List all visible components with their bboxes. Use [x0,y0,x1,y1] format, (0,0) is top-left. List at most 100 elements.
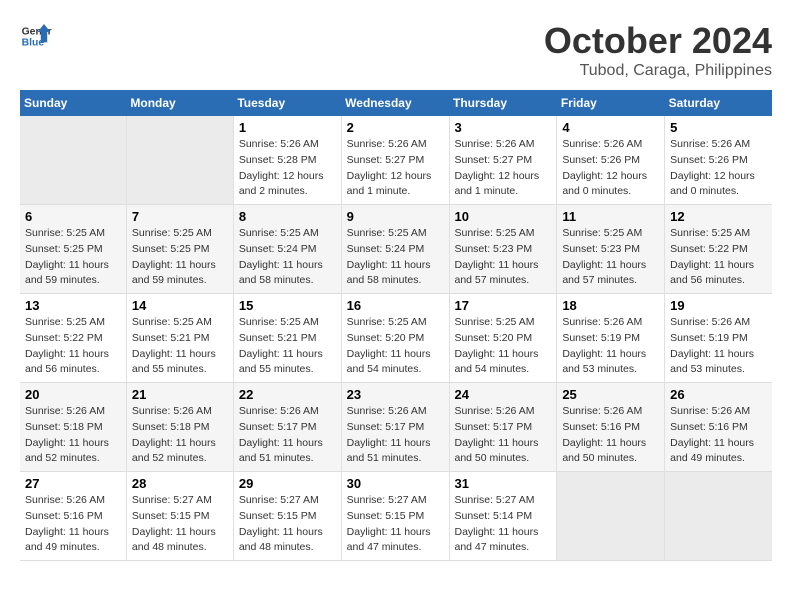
day-number: 11 [562,209,659,224]
day-number: 7 [132,209,228,224]
title-area: October 2024 Tubod, Caraga, Philippines [544,20,772,80]
day-info: Sunrise: 5:27 AM Sunset: 5:15 PM Dayligh… [347,493,444,556]
day-number: 27 [25,476,121,491]
calendar-table: SundayMondayTuesdayWednesdayThursdayFrid… [20,90,772,561]
calendar-cell: 21 Sunrise: 5:26 AM Sunset: 5:18 PM Dayli… [126,383,233,472]
main-title: October 2024 [544,20,772,62]
calendar-cell: 22 Sunrise: 5:26 AM Sunset: 5:17 PM Dayli… [233,383,341,472]
day-number: 24 [455,387,552,402]
day-number: 2 [347,120,444,135]
calendar-cell: 28 Sunrise: 5:27 AM Sunset: 5:15 PM Dayli… [126,472,233,561]
day-number: 25 [562,387,659,402]
day-info: Sunrise: 5:26 AM Sunset: 5:16 PM Dayligh… [670,404,767,467]
calendar-cell: 30 Sunrise: 5:27 AM Sunset: 5:15 PM Dayli… [341,472,449,561]
calendar-cell: 13 Sunrise: 5:25 AM Sunset: 5:22 PM Dayli… [20,294,126,383]
day-number: 16 [347,298,444,313]
calendar-cell: 8Sunrise: 5:25 AM Sunset: 5:24 PM Daylig… [233,205,341,294]
day-info: Sunrise: 5:27 AM Sunset: 5:15 PM Dayligh… [239,493,336,556]
day-info: Sunrise: 5:26 AM Sunset: 5:17 PM Dayligh… [455,404,552,467]
day-info: Sunrise: 5:25 AM Sunset: 5:24 PM Dayligh… [239,226,336,289]
day-info: Sunrise: 5:25 AM Sunset: 5:25 PM Dayligh… [132,226,228,289]
day-info: Sunrise: 5:25 AM Sunset: 5:22 PM Dayligh… [670,226,767,289]
day-number: 17 [455,298,552,313]
calendar-week-row: 13 Sunrise: 5:25 AM Sunset: 5:22 PM Dayli… [20,294,772,383]
calendar-cell: 4 Sunrise: 5:26 AM Sunset: 5:26 PM Daylig… [557,116,665,205]
calendar-cell: 15Sunrise: 5:25 AM Sunset: 5:21 PM Dayli… [233,294,341,383]
col-header-friday: Friday [557,90,665,116]
day-number: 1 [239,120,336,135]
calendar-cell: 5Sunrise: 5:26 AM Sunset: 5:26 PM Daylig… [665,116,772,205]
day-info: Sunrise: 5:25 AM Sunset: 5:20 PM Dayligh… [347,315,444,378]
day-info: Sunrise: 5:25 AM Sunset: 5:23 PM Dayligh… [455,226,552,289]
day-number: 18 [562,298,659,313]
day-number: 9 [347,209,444,224]
day-info: Sunrise: 5:25 AM Sunset: 5:24 PM Dayligh… [347,226,444,289]
day-number: 30 [347,476,444,491]
day-info: Sunrise: 5:25 AM Sunset: 5:21 PM Dayligh… [239,315,336,378]
calendar-cell: 26 Sunrise: 5:26 AM Sunset: 5:16 PM Dayli… [665,383,772,472]
day-info: Sunrise: 5:26 AM Sunset: 5:17 PM Dayligh… [347,404,444,467]
day-number: 14 [132,298,228,313]
day-number: 23 [347,387,444,402]
day-info: Sunrise: 5:25 AM Sunset: 5:21 PM Dayligh… [132,315,228,378]
calendar-week-row: 6Sunrise: 5:25 AM Sunset: 5:25 PM Daylig… [20,205,772,294]
calendar-cell: 19 Sunrise: 5:26 AM Sunset: 5:19 PM Dayli… [665,294,772,383]
day-info: Sunrise: 5:26 AM Sunset: 5:18 PM Dayligh… [132,404,228,467]
day-number: 13 [25,298,121,313]
day-info: Sunrise: 5:27 AM Sunset: 5:15 PM Dayligh… [132,493,228,556]
calendar-cell: 27 Sunrise: 5:26 AM Sunset: 5:16 PM Dayli… [20,472,126,561]
day-info: Sunrise: 5:26 AM Sunset: 5:18 PM Dayligh… [25,404,121,467]
day-info: Sunrise: 5:26 AM Sunset: 5:26 PM Dayligh… [562,137,659,200]
calendar-cell: 18 Sunrise: 5:26 AM Sunset: 5:19 PM Dayli… [557,294,665,383]
col-header-wednesday: Wednesday [341,90,449,116]
day-number: 22 [239,387,336,402]
calendar-cell: 12 Sunrise: 5:25 AM Sunset: 5:22 PM Dayli… [665,205,772,294]
header-row: SundayMondayTuesdayWednesdayThursdayFrid… [20,90,772,116]
day-info: Sunrise: 5:26 AM Sunset: 5:19 PM Dayligh… [670,315,767,378]
calendar-cell: 24 Sunrise: 5:26 AM Sunset: 5:17 PM Dayli… [449,383,557,472]
day-number: 12 [670,209,767,224]
calendar-cell: 2 Sunrise: 5:26 AM Sunset: 5:27 PM Daylig… [341,116,449,205]
day-number: 21 [132,387,228,402]
col-header-sunday: Sunday [20,90,126,116]
day-number: 19 [670,298,767,313]
col-header-thursday: Thursday [449,90,557,116]
day-info: Sunrise: 5:26 AM Sunset: 5:19 PM Dayligh… [562,315,659,378]
day-number: 20 [25,387,121,402]
col-header-saturday: Saturday [665,90,772,116]
day-number: 28 [132,476,228,491]
calendar-cell: 25 Sunrise: 5:26 AM Sunset: 5:16 PM Dayli… [557,383,665,472]
calendar-cell: 23 Sunrise: 5:26 AM Sunset: 5:17 PM Dayli… [341,383,449,472]
day-info: Sunrise: 5:25 AM Sunset: 5:22 PM Dayligh… [25,315,121,378]
col-header-tuesday: Tuesday [233,90,341,116]
calendar-cell: 29 Sunrise: 5:27 AM Sunset: 5:15 PM Dayli… [233,472,341,561]
calendar-cell: 31Sunrise: 5:27 AM Sunset: 5:14 PM Dayli… [449,472,557,561]
day-info: Sunrise: 5:26 AM Sunset: 5:16 PM Dayligh… [25,493,121,556]
calendar-cell: 7 Sunrise: 5:25 AM Sunset: 5:25 PM Daylig… [126,205,233,294]
calendar-week-row: 20 Sunrise: 5:26 AM Sunset: 5:18 PM Dayli… [20,383,772,472]
calendar-cell [20,116,126,205]
day-info: Sunrise: 5:26 AM Sunset: 5:28 PM Dayligh… [239,137,336,200]
calendar-week-row: 27 Sunrise: 5:26 AM Sunset: 5:16 PM Dayli… [20,472,772,561]
day-info: Sunrise: 5:25 AM Sunset: 5:23 PM Dayligh… [562,226,659,289]
sub-title: Tubod, Caraga, Philippines [544,62,772,80]
day-info: Sunrise: 5:26 AM Sunset: 5:27 PM Dayligh… [347,137,444,200]
day-info: Sunrise: 5:25 AM Sunset: 5:20 PM Dayligh… [455,315,552,378]
day-number: 10 [455,209,552,224]
day-info: Sunrise: 5:26 AM Sunset: 5:16 PM Dayligh… [562,404,659,467]
page-header: General Blue October 2024 Tubod, Caraga,… [20,20,772,80]
calendar-cell: 11 Sunrise: 5:25 AM Sunset: 5:23 PM Dayli… [557,205,665,294]
day-number: 31 [455,476,552,491]
day-info: Sunrise: 5:26 AM Sunset: 5:27 PM Dayligh… [455,137,552,200]
day-info: Sunrise: 5:26 AM Sunset: 5:17 PM Dayligh… [239,404,336,467]
day-number: 26 [670,387,767,402]
day-number: 29 [239,476,336,491]
logo: General Blue [20,20,52,52]
calendar-cell: 1 Sunrise: 5:26 AM Sunset: 5:28 PM Daylig… [233,116,341,205]
calendar-cell: 9 Sunrise: 5:25 AM Sunset: 5:24 PM Daylig… [341,205,449,294]
calendar-cell: 16 Sunrise: 5:25 AM Sunset: 5:20 PM Dayli… [341,294,449,383]
calendar-cell [126,116,233,205]
calendar-cell [665,472,772,561]
day-number: 4 [562,120,659,135]
calendar-cell [557,472,665,561]
